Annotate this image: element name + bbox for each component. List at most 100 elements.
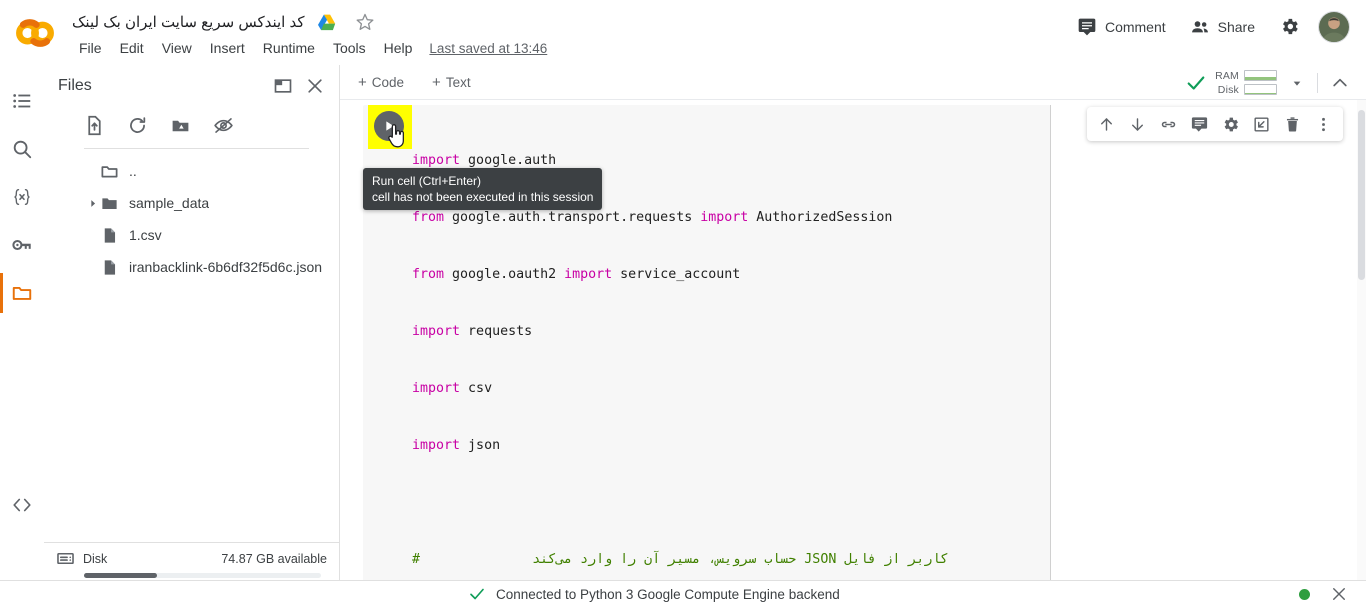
check-icon <box>1185 72 1207 94</box>
files-row-label: .. <box>129 163 137 179</box>
sidebar-item-find-and-replace[interactable] <box>0 125 44 173</box>
menu-help[interactable]: Help <box>375 36 422 60</box>
cell-settings-button[interactable] <box>1215 109 1246 140</box>
storage-icon <box>56 549 75 568</box>
close-icon[interactable] <box>1330 585 1348 603</box>
plus-icon: + <box>358 73 367 91</box>
busy-indicator-dot <box>1299 588 1310 600</box>
comment-button[interactable]: Comment <box>1065 10 1178 44</box>
sidebar-item-code-snippets[interactable] <box>0 481 44 529</box>
folder-filled-icon <box>100 194 120 213</box>
status-bar: Connected to Python 3 Google Compute Eng… <box>0 580 1366 607</box>
files-panel-title: Files <box>58 77 92 94</box>
close-icon[interactable] <box>299 70 331 102</box>
chevron-right-icon[interactable] <box>88 198 98 209</box>
menu-file[interactable]: File <box>70 36 111 60</box>
resource-meters[interactable]: RAM Disk <box>1213 70 1277 96</box>
cell-right-border <box>1050 105 1051 580</box>
disk-bar <box>1244 84 1277 95</box>
ram-fill <box>1245 76 1276 80</box>
star-outline-icon[interactable] <box>355 12 375 32</box>
comment-label: Comment <box>1104 18 1166 35</box>
add-text-cell-button[interactable]: + Text <box>422 71 481 94</box>
folder-icon <box>100 162 120 181</box>
files-list: .. sample_data 1.csv iranbacklink-6b6df3… <box>44 149 339 283</box>
refresh-icon[interactable] <box>123 111 152 140</box>
file-icon <box>100 226 120 245</box>
plus-icon: + <box>432 73 441 91</box>
files-row-json[interactable]: iranbacklink-6b6df32f5d6c.json <box>44 251 339 283</box>
eye-off-icon[interactable] <box>209 111 238 140</box>
menu-bar: File Edit View Insert Runtime Tools Help… <box>70 36 547 60</box>
files-row-csv[interactable]: 1.csv <box>44 219 339 251</box>
ram-label: RAM <box>1215 69 1239 82</box>
menu-edit[interactable]: Edit <box>111 36 153 60</box>
google-drive-icon[interactable] <box>317 13 337 31</box>
tooltip-line-2: cell has not been executed in this sessi… <box>372 190 594 204</box>
gear-icon <box>1279 16 1300 37</box>
run-cell-tooltip: Run cell (Ctrl+Enter) cell has not been … <box>363 168 603 210</box>
upload-file-icon[interactable] <box>80 111 109 140</box>
files-row-sample-data[interactable]: sample_data <box>44 187 339 219</box>
runtime-menu-button[interactable] <box>1283 69 1311 97</box>
files-panel-toolbar <box>44 107 339 148</box>
menu-insert[interactable]: Insert <box>201 36 254 60</box>
open-in-new-window-icon[interactable] <box>267 70 299 102</box>
connection-status: Connected to Python 3 Google Compute Eng… <box>468 585 840 603</box>
add-code-cell-button[interactable]: + Code <box>348 71 414 94</box>
left-icon-rail <box>0 65 44 607</box>
collapse-toolbar-button[interactable] <box>1324 67 1356 99</box>
colab-window: کد ایندکس سریع سایت ایران بک لینک File E… <box>0 0 1366 607</box>
top-right-actions: Comment Share <box>1065 8 1350 45</box>
document-title[interactable]: کد ایندکس سریع سایت ایران بک لینک <box>68 11 309 33</box>
code-line: import csv <box>412 381 493 396</box>
share-label: Share <box>1217 18 1255 35</box>
status-bar-right <box>1299 585 1348 603</box>
disk-label: Disk <box>1217 83 1239 96</box>
files-row-label: iranbacklink-6b6df32f5d6c.json <box>129 259 323 275</box>
runtime-status-group: RAM Disk <box>1185 65 1358 100</box>
disk-label: Disk <box>83 551 108 566</box>
check-icon <box>468 585 486 603</box>
disk-status-bar: Disk 74.87 GB available <box>44 542 340 580</box>
share-button[interactable]: Share <box>1178 10 1267 44</box>
colab-logo[interactable] <box>14 12 56 54</box>
toolbar-divider <box>1317 72 1318 93</box>
play-icon <box>381 118 397 134</box>
delete-cell-button[interactable] <box>1277 109 1308 140</box>
ram-bar <box>1244 70 1277 81</box>
chevron-down-icon <box>1289 75 1305 91</box>
last-saved-link[interactable]: Last saved at 13:46 <box>429 41 547 56</box>
link-to-cell-button[interactable] <box>1153 109 1184 140</box>
cell-action-toolbar <box>1087 107 1343 141</box>
files-panel-header: Files <box>44 65 339 107</box>
sidebar-item-files[interactable] <box>0 269 44 317</box>
tooltip-line-1: Run cell (Ctrl+Enter) <box>372 174 482 188</box>
add-text-label: Text <box>445 74 471 90</box>
chevron-up-icon <box>1330 73 1350 93</box>
add-code-label: Code <box>371 74 405 90</box>
run-cell-button[interactable] <box>374 111 404 141</box>
menu-runtime[interactable]: Runtime <box>254 36 324 60</box>
disk-progress-track <box>84 573 321 578</box>
menu-view[interactable]: View <box>153 36 201 60</box>
sidebar-item-secrets[interactable] <box>0 221 44 269</box>
mount-drive-icon[interactable] <box>166 111 195 140</box>
mirror-cell-in-tab-button[interactable] <box>1246 109 1277 140</box>
sidebar-item-table-of-contents[interactable] <box>0 77 44 125</box>
notebook-toolbar: + Code + Text RAM Disk <box>340 65 1366 100</box>
code-line: import json <box>412 438 501 453</box>
code-line: from google.oauth2 import service_accoun… <box>412 267 741 282</box>
notebook-scrollbar-thumb[interactable] <box>1358 110 1365 280</box>
user-avatar[interactable] <box>1318 10 1350 43</box>
sidebar-item-variables[interactable] <box>0 173 44 221</box>
settings-button[interactable] <box>1271 8 1308 45</box>
more-cell-actions-button[interactable] <box>1308 109 1339 140</box>
files-row-parent[interactable]: .. <box>44 155 339 187</box>
add-comment-button[interactable] <box>1184 109 1215 140</box>
comment-icon <box>1077 17 1097 37</box>
move-cell-up-button[interactable] <box>1091 109 1122 140</box>
move-cell-down-button[interactable] <box>1122 109 1153 140</box>
menu-tools[interactable]: Tools <box>324 36 375 60</box>
